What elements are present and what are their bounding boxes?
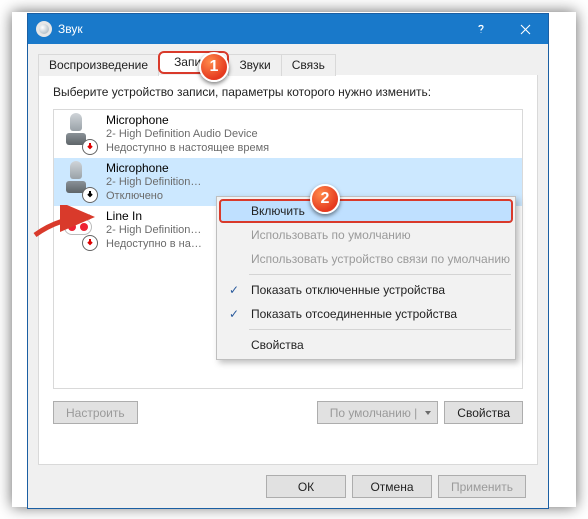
menu-properties[interactable]: Свойства xyxy=(219,333,513,357)
device-name: Microphone xyxy=(106,113,269,128)
menu-use-default-comm[interactable]: Использовать устройство связи по умолчан… xyxy=(219,247,513,271)
annotation-arrow-icon xyxy=(30,205,100,245)
annotation-marker-1: 1 xyxy=(199,52,229,82)
configure-button[interactable]: Настроить xyxy=(53,401,138,424)
menu-separator xyxy=(249,274,511,275)
instruction-text: Выберите устройство записи, параметры ко… xyxy=(53,85,523,99)
tab-communications[interactable]: Связь xyxy=(281,54,336,76)
device-status: Недоступно в настоящее время xyxy=(106,142,269,156)
menu-use-default[interactable]: Использовать по умолчанию xyxy=(219,223,513,247)
annotation-marker-2: 2 xyxy=(310,184,340,214)
device-item[interactable]: Microphone 2- High Definition Audio Devi… xyxy=(54,110,522,158)
titlebar[interactable]: Звук xyxy=(28,14,548,44)
default-button[interactable]: По умолчанию | xyxy=(317,401,439,424)
device-subtitle: 2- High Definition… xyxy=(106,224,202,238)
device-subtitle: 2- High Definition… xyxy=(106,176,201,190)
tab-strip: Воспроизведение Запись Звуки Связь xyxy=(38,52,538,75)
cancel-button[interactable]: Отмена xyxy=(352,475,432,498)
device-name: Microphone xyxy=(106,161,201,176)
window-title: Звук xyxy=(58,22,458,36)
unavailable-badge-icon xyxy=(82,139,98,155)
help-button[interactable] xyxy=(458,14,503,44)
device-name: Line In xyxy=(106,209,202,224)
menu-show-disabled[interactable]: Показать отключенные устройства xyxy=(219,278,513,302)
default-button-label: По умолчанию xyxy=(330,406,411,420)
microphone-icon xyxy=(62,161,96,203)
menu-enable[interactable]: Включить xyxy=(219,199,513,223)
context-menu: Включить Использовать по умолчанию Испол… xyxy=(216,196,516,360)
properties-button[interactable]: Свойства xyxy=(444,401,523,424)
tab-playback[interactable]: Воспроизведение xyxy=(38,54,159,76)
sound-icon xyxy=(36,21,52,37)
disabled-badge-icon xyxy=(82,187,98,203)
device-subtitle: 2- High Definition Audio Device xyxy=(106,128,269,142)
close-button[interactable] xyxy=(503,14,548,44)
device-status: Недоступно в на… xyxy=(106,238,202,252)
device-status: Отключено xyxy=(106,190,201,204)
menu-separator xyxy=(249,329,511,330)
apply-button[interactable]: Применить xyxy=(438,475,526,498)
tab-sounds[interactable]: Звуки xyxy=(228,54,281,76)
ok-button[interactable]: ОК xyxy=(266,475,346,498)
microphone-icon xyxy=(62,113,96,155)
menu-show-disconnected[interactable]: Показать отсоединенные устройства xyxy=(219,302,513,326)
